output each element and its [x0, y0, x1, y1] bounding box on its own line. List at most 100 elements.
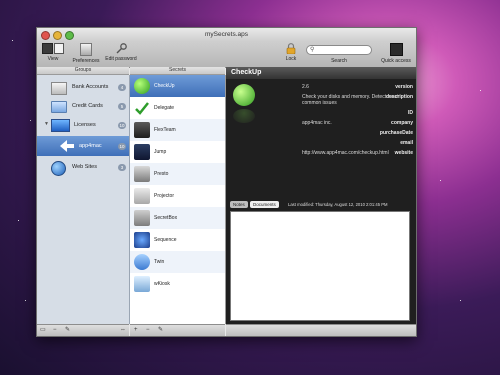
secret-label: Twin: [154, 259, 165, 265]
group-web-sites[interactable]: Web Sites 3: [37, 159, 129, 176]
disclosure-triangle-icon: ▼: [44, 121, 49, 127]
remove-secret-button[interactable]: −: [146, 327, 150, 334]
notes-area[interactable]: [230, 211, 410, 321]
search-area: ⚲ Search: [304, 43, 374, 64]
group-label: Web Sites: [72, 164, 97, 170]
edit-group-icon[interactable]: ✎: [65, 327, 70, 334]
secret-presto[interactable]: Presto: [130, 163, 225, 185]
group-count-badge: 3: [118, 164, 126, 171]
secret-checkup[interactable]: CheckUp: [130, 75, 225, 97]
group-credit-cards[interactable]: Credit Cards 5: [37, 98, 129, 115]
presto-icon: [134, 166, 150, 182]
window-title: mySecrets.aps: [205, 31, 248, 38]
secret-delegate[interactable]: Delegate: [130, 97, 225, 119]
field-email: email: [238, 140, 413, 148]
group-count-badge: 10: [118, 122, 126, 129]
arrow-icon: [59, 139, 75, 153]
folder-icon[interactable]: ▭: [40, 327, 46, 334]
key-icon: [116, 43, 127, 54]
close-button[interactable]: [41, 31, 50, 40]
sequence-icon: [134, 232, 150, 248]
secret-sequence[interactable]: Sequence: [130, 229, 225, 251]
add-secret-button[interactable]: +: [134, 327, 138, 334]
group-count-badge: 4: [118, 84, 126, 91]
secret-label: Delegate: [154, 105, 175, 111]
groups-header: Groups: [37, 67, 129, 75]
search-icon: ⚲: [310, 47, 315, 53]
group-bank-accounts[interactable]: Bank Accounts 4: [37, 79, 129, 96]
secret-projector[interactable]: Projector: [130, 185, 225, 207]
group-count-badge: 5: [118, 103, 126, 110]
secret-label: Presto: [154, 171, 169, 177]
groups-bottom-bar: ▭ − ✎ ⇔: [37, 324, 129, 336]
field-value[interactable]: Check your disks and memory. Detect most…: [302, 94, 412, 106]
search-label: Search: [331, 58, 347, 64]
view-button[interactable]: View: [40, 43, 66, 62]
detail-bottom-bar: [226, 324, 416, 336]
field-value[interactable]: app4mac inc.: [302, 120, 412, 126]
preferences-button[interactable]: Preferences: [71, 43, 101, 64]
secret-label: Jump: [154, 149, 167, 155]
detail-panel: CheckUp version 2.6 description Check yo…: [226, 67, 416, 324]
field-value[interactable]: http://www.app4mac.com/checkup.html: [302, 150, 412, 156]
secret-label: FlexTeam: [154, 127, 176, 133]
globe-icon: [51, 161, 66, 176]
edit-secret-icon[interactable]: ✎: [158, 327, 163, 334]
quick-access-button[interactable]: Quick access: [379, 43, 413, 64]
quick-access-label: Quick access: [381, 58, 411, 64]
field-value[interactable]: 2.6: [302, 84, 412, 90]
secret-label: Projector: [154, 193, 175, 199]
group-label: Licenses: [74, 122, 96, 128]
lock-label: Lock: [285, 56, 297, 62]
secret-label: Sequence: [154, 237, 177, 243]
secrets-list: CheckUp Delegate FlexTeam Jump Presto Pr…: [130, 75, 226, 324]
view-label: View: [47, 56, 59, 62]
secret-label: wKiosk: [154, 281, 170, 287]
checkup-icon: [134, 78, 150, 94]
group-app4mac[interactable]: app4mac 10: [37, 136, 129, 156]
credit-card-icon: [51, 101, 67, 113]
secret-label: CheckUp: [154, 83, 175, 89]
secretbox-icon: [134, 210, 150, 226]
secrets-bottom-bar: + − ✎: [130, 324, 225, 336]
group-licenses[interactable]: ▼ Licenses 10: [37, 117, 129, 134]
remove-group-button[interactable]: −: [53, 327, 57, 334]
search-input[interactable]: ⚲: [306, 45, 372, 55]
bank-icon: [51, 82, 67, 95]
group-count-badge: 10: [118, 143, 126, 150]
wkiosk-icon: [134, 276, 150, 292]
group-label: Bank Accounts: [72, 84, 109, 90]
edit-password-button[interactable]: Edit password: [103, 43, 139, 62]
view-toggle-icon: [42, 43, 64, 54]
jump-icon: [134, 144, 150, 160]
tab-notes[interactable]: Notes: [230, 201, 248, 208]
detail-title: CheckUp: [226, 67, 416, 79]
resize-handle-icon[interactable]: ⇔: [120, 327, 126, 334]
groups-list: Bank Accounts 4 Credit Cards 5 ▼ License…: [37, 75, 130, 324]
field-description: description Check your disks and memory.…: [238, 94, 413, 108]
secret-twin[interactable]: Twin: [130, 251, 225, 273]
secret-label: SecretBox: [154, 215, 178, 221]
last-modified-text: Last modified: Thursday, August 12, 2010…: [288, 202, 388, 207]
zoom-button[interactable]: [65, 31, 74, 40]
preferences-icon: [80, 43, 92, 56]
field-purchase-date: purchaseDate: [238, 130, 413, 138]
minimize-button[interactable]: [53, 31, 62, 40]
secret-secretbox[interactable]: SecretBox: [130, 207, 225, 229]
secret-flexteam[interactable]: FlexTeam: [130, 119, 225, 141]
secret-wkiosk[interactable]: wKiosk: [130, 273, 225, 295]
quick-access-icon: [389, 43, 403, 56]
field-company: company app4mac inc.: [238, 120, 413, 128]
field-key: ID: [408, 110, 413, 116]
secret-jump[interactable]: Jump: [130, 141, 225, 163]
toolbar: View Preferences Edit password Lock ⚲ Se…: [37, 41, 416, 68]
projector-icon: [134, 188, 150, 204]
group-label: app4mac: [79, 143, 102, 149]
app-window: mySecrets.aps View Preferences Edit pass…: [36, 27, 417, 337]
lock-button[interactable]: Lock: [283, 43, 299, 62]
field-key: purchaseDate: [379, 130, 413, 136]
twin-icon: [134, 254, 150, 270]
tab-documents[interactable]: Documents: [250, 201, 279, 208]
delegate-icon: [134, 100, 150, 116]
edit-password-label: Edit password: [105, 56, 137, 62]
